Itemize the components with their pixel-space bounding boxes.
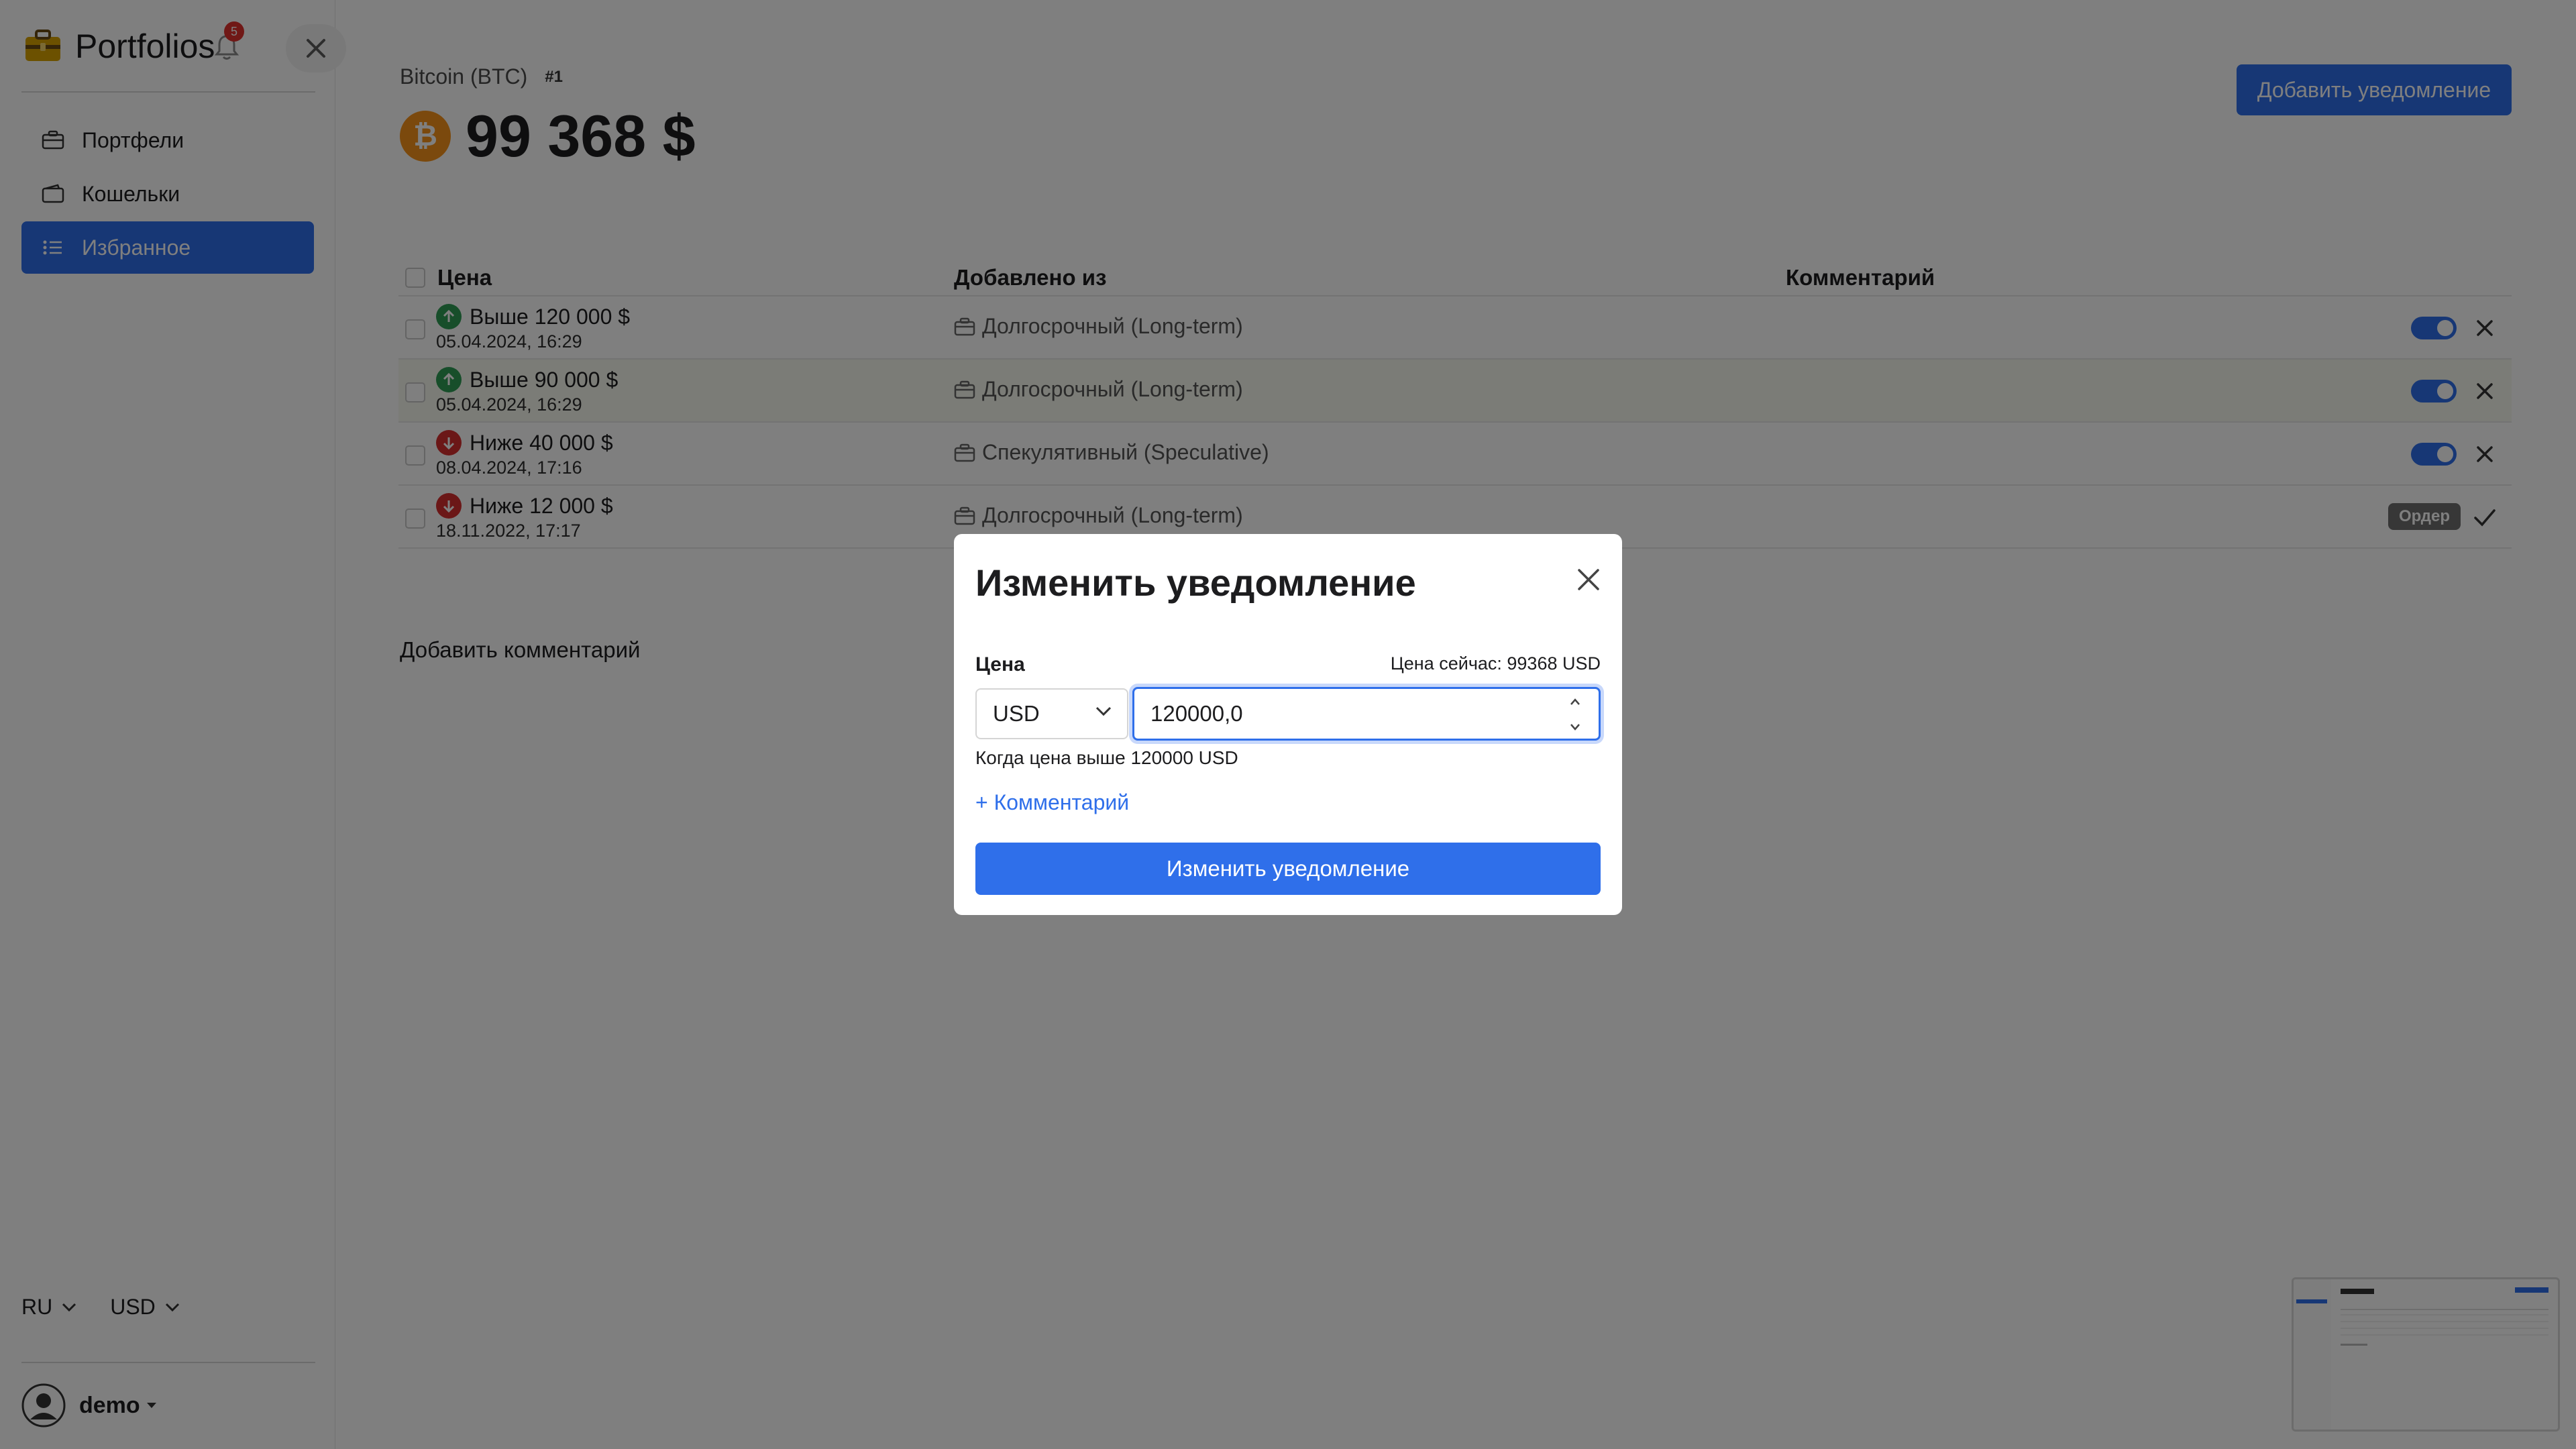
current-price-text: Цена сейчас: 99368 USD — [1390, 653, 1601, 674]
price-label: Цена — [975, 653, 1025, 676]
stepper-up-icon[interactable] — [1569, 698, 1581, 706]
add-comment-toggle[interactable]: + Комментарий — [975, 790, 1129, 815]
edit-alert-modal: Изменить уведомление Цена Цена сейчас: 9… — [954, 534, 1622, 915]
stepper-down-icon[interactable] — [1569, 723, 1581, 731]
chevron-down-icon — [1095, 706, 1112, 716]
submit-edit-alert-button[interactable]: Изменить уведомление — [975, 843, 1601, 895]
modal-title: Изменить уведомление — [975, 561, 1416, 604]
close-icon[interactable] — [1574, 565, 1603, 594]
price-stepper[interactable] — [1562, 698, 1589, 731]
price-hint: Когда цена выше 120000 USD — [975, 747, 1238, 768]
modal-currency-value: USD — [993, 701, 1040, 726]
price-input[interactable] — [1132, 687, 1601, 741]
modal-currency-select[interactable]: USD — [975, 688, 1128, 739]
